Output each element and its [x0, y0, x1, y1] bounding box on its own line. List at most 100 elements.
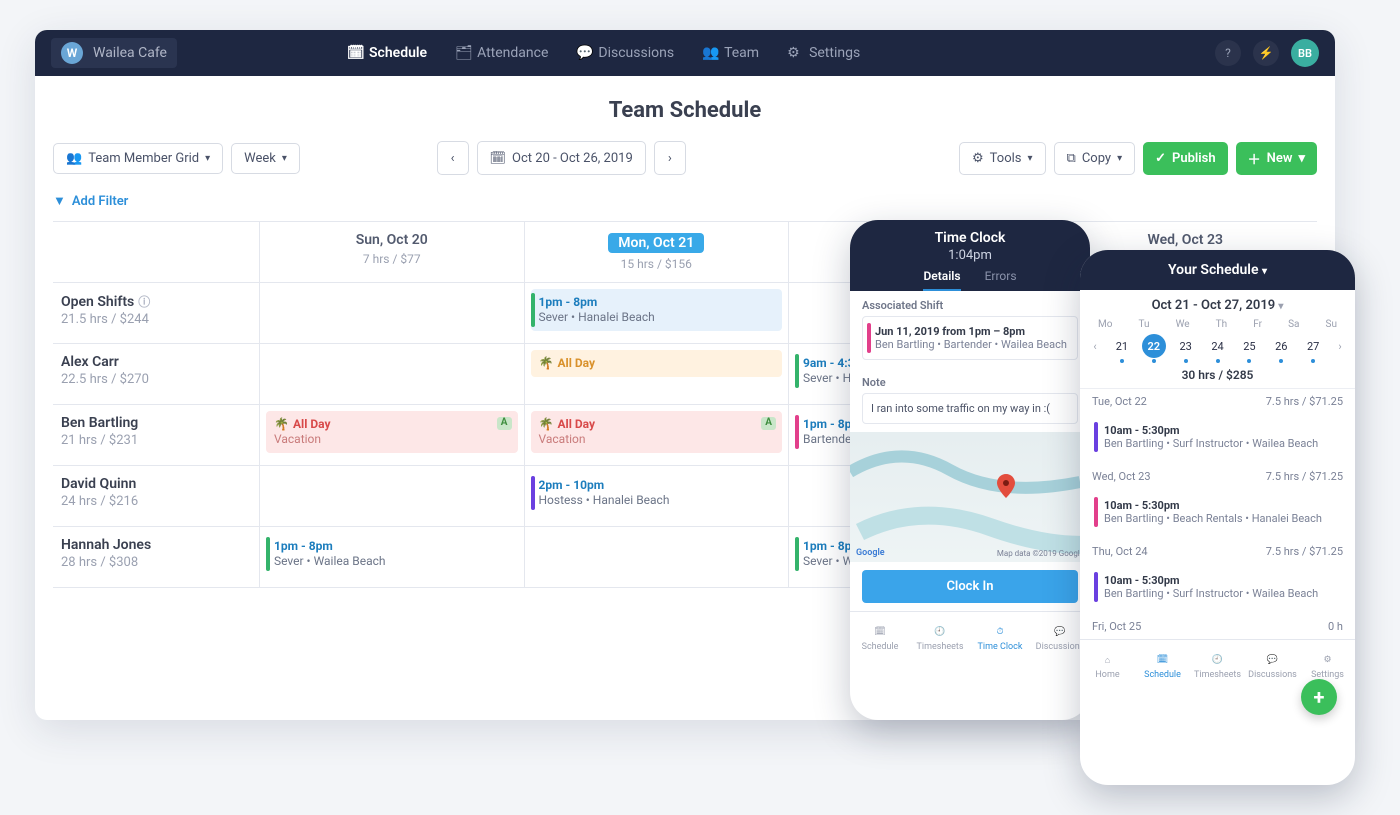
map-pin-icon — [994, 471, 1012, 489]
tabbar-schedule[interactable]: 🗓Schedule — [1135, 640, 1190, 692]
grid-cell[interactable] — [525, 527, 790, 587]
copy-button[interactable]: ⧉ Copy ▾ — [1054, 142, 1136, 175]
tabbar-discussions[interactable]: 💬Discussions — [1245, 640, 1300, 692]
palm-icon: 🌴 — [539, 356, 554, 370]
approved-badge: A — [761, 417, 776, 430]
day-24[interactable]: 24 — [1206, 334, 1230, 358]
dot-indicator — [1216, 359, 1220, 363]
grid-cell[interactable]: 1pm - 8pmSever • Wailea Beach — [260, 527, 525, 587]
day-22[interactable]: 22 — [1142, 334, 1166, 358]
day-header[interactable]: Sun, Oct 207 hrs / $77 — [260, 222, 525, 282]
grid-cell[interactable]: 1pm - 8pmSever • Hanalei Beach — [525, 283, 790, 343]
dow-label: Tu — [1139, 319, 1150, 330]
map[interactable]: Google Map data ©2019 Google — [850, 432, 1090, 562]
clock-in-button[interactable]: Clock In — [862, 570, 1078, 603]
grid-cell[interactable]: 2pm - 10pmHostess • Hanalei Beach — [525, 466, 790, 526]
page-title: Team Schedule — [35, 98, 1335, 123]
grid-cell[interactable] — [260, 344, 525, 404]
day-27[interactable]: 27 — [1301, 334, 1325, 358]
nav-attendance[interactable]: 🗂Attendance — [455, 45, 548, 61]
phone-title: Time Clock — [850, 230, 1090, 246]
shift-bar — [266, 537, 270, 571]
tabbar-timesheets[interactable]: 🕘Timesheets — [1190, 640, 1245, 692]
tabbar-schedule[interactable]: 🗓Schedule — [850, 612, 910, 664]
dot-indicator — [1152, 359, 1156, 363]
nav-discussions[interactable]: 💬Discussions — [576, 45, 674, 61]
row-header[interactable]: Ben Bartling21 hrs / $231 — [53, 405, 260, 465]
phone-subtitle: 1:04pm — [850, 248, 1090, 263]
dot-indicator — [1184, 359, 1188, 363]
tab-icon: ⏱ — [992, 624, 1008, 640]
date-range-button[interactable]: 🗓 Oct 20 - Oct 26, 2019 — [477, 141, 646, 175]
phone-title[interactable]: Your Schedule ▾ — [1080, 262, 1355, 278]
grid-cell[interactable]: A🌴All DayVacation — [525, 405, 790, 465]
publish-button[interactable]: ✓ Publish — [1143, 142, 1228, 175]
org-name: Wailea Cafe — [93, 45, 167, 61]
user-avatar[interactable]: BB — [1291, 39, 1319, 67]
day-25[interactable]: 25 — [1237, 334, 1261, 358]
grid-cell[interactable] — [260, 283, 525, 343]
row-header[interactable]: Alex Carr22.5 hrs / $270 — [53, 344, 260, 404]
shift-card[interactable]: 10am - 5:30pmBen Bartling • Beach Rental… — [1092, 493, 1343, 531]
tab-icon: ⌂ — [1100, 652, 1116, 668]
note-card[interactable]: I ran into some traffic on my way in :( — [862, 393, 1078, 424]
tools-button[interactable]: ⚙ Tools ▾ — [959, 142, 1046, 175]
shift-bar — [1094, 422, 1098, 452]
next-button[interactable]: › — [654, 141, 686, 175]
shift-card[interactable]: 10am - 5:30pmBen Bartling • Surf Instruc… — [1092, 568, 1343, 606]
palm-icon: 🌴 — [274, 417, 289, 431]
day-26[interactable]: 26 — [1269, 334, 1293, 358]
day-section-header: Fri, Oct 250 h — [1080, 614, 1355, 639]
tab-icon: 🗓 — [1155, 652, 1171, 668]
nav-settings[interactable]: ⚙Settings — [787, 45, 860, 61]
week-range[interactable]: Oct 21 - Oct 27, 2019 ▾ — [1080, 290, 1355, 313]
help-icon[interactable]: ? — [1215, 40, 1241, 66]
shift-card[interactable]: A🌴All DayVacation — [266, 411, 518, 453]
bolt-icon[interactable]: ⚡ — [1253, 40, 1279, 66]
shift-card[interactable]: 1pm - 8pmSever • Hanalei Beach — [531, 289, 783, 331]
prev-button[interactable]: ‹ — [437, 141, 469, 175]
org-switcher[interactable]: W Wailea Cafe — [51, 38, 177, 68]
grid-cell[interactable]: A🌴All DayVacation — [260, 405, 525, 465]
shift-card[interactable]: 🌴All Day — [531, 350, 783, 377]
shift-bar — [531, 293, 535, 327]
shift-card[interactable]: 1pm - 8pmSever • Wailea Beach — [266, 533, 518, 575]
add-filter-link[interactable]: ▼ Add Filter — [35, 193, 1335, 221]
grid-cell[interactable] — [260, 466, 525, 526]
tab-errors[interactable]: Errors — [985, 269, 1017, 291]
shift-card[interactable]: A🌴All DayVacation — [531, 411, 783, 453]
day-23[interactable]: 23 — [1174, 334, 1198, 358]
chevron-down-icon: ▾ — [1117, 153, 1122, 164]
dow-label: Sa — [1288, 319, 1299, 330]
tabbar-time clock[interactable]: ⏱Time Clock — [970, 612, 1030, 664]
fab-add-button[interactable]: + — [1301, 679, 1337, 715]
range-switch-button[interactable]: Week ▾ — [231, 143, 300, 174]
grid-cell[interactable]: 🌴All Day — [525, 344, 790, 404]
row-header[interactable]: David Quinn24 hrs / $216 — [53, 466, 260, 526]
new-button[interactable]: ＋ New ▾ — [1236, 142, 1317, 175]
nav-team[interactable]: 👥Team — [702, 45, 759, 61]
dow-label: We — [1176, 319, 1190, 330]
row-header[interactable]: Open Shiftsⓘ21.5 hrs / $244 — [53, 283, 260, 343]
palm-icon: 🌴 — [539, 417, 554, 431]
day-header[interactable]: Mon, Oct 2115 hrs / $156 — [525, 222, 790, 282]
tabbar-timesheets[interactable]: 🕘Timesheets — [910, 612, 970, 664]
day-section-header: Tue, Oct 227.5 hrs / $71.25 — [1080, 389, 1355, 414]
next-week[interactable]: › — [1333, 340, 1347, 353]
nav-schedule[interactable]: 🗓Schedule — [347, 45, 427, 61]
tab-icon: 🕘 — [1210, 652, 1226, 668]
gear-icon: ⚙ — [972, 151, 984, 166]
shift-card[interactable]: 2pm - 10pmHostess • Hanalei Beach — [531, 472, 783, 514]
copy-icon: ⧉ — [1067, 151, 1076, 166]
tab-icon: 🗓 — [872, 624, 888, 640]
row-header[interactable]: Hannah Jones28 hrs / $308 — [53, 527, 260, 587]
day-21[interactable]: 21 — [1110, 334, 1134, 358]
view-switch-button[interactable]: 👥 Team Member Grid ▾ — [53, 143, 223, 174]
tabbar-home[interactable]: ⌂Home — [1080, 640, 1135, 692]
shift-card[interactable]: 10am - 5:30pmBen Bartling • Surf Instruc… — [1092, 418, 1343, 456]
assoc-shift-label: Associated Shift — [862, 299, 1078, 312]
prev-week[interactable]: ‹ — [1088, 340, 1102, 353]
attendance-icon: 🗂 — [455, 45, 471, 61]
tab-details[interactable]: Details — [923, 269, 960, 291]
assoc-shift-card[interactable]: Jun 11, 2019 from 1pm – 8pm Ben Bartling… — [862, 316, 1078, 360]
